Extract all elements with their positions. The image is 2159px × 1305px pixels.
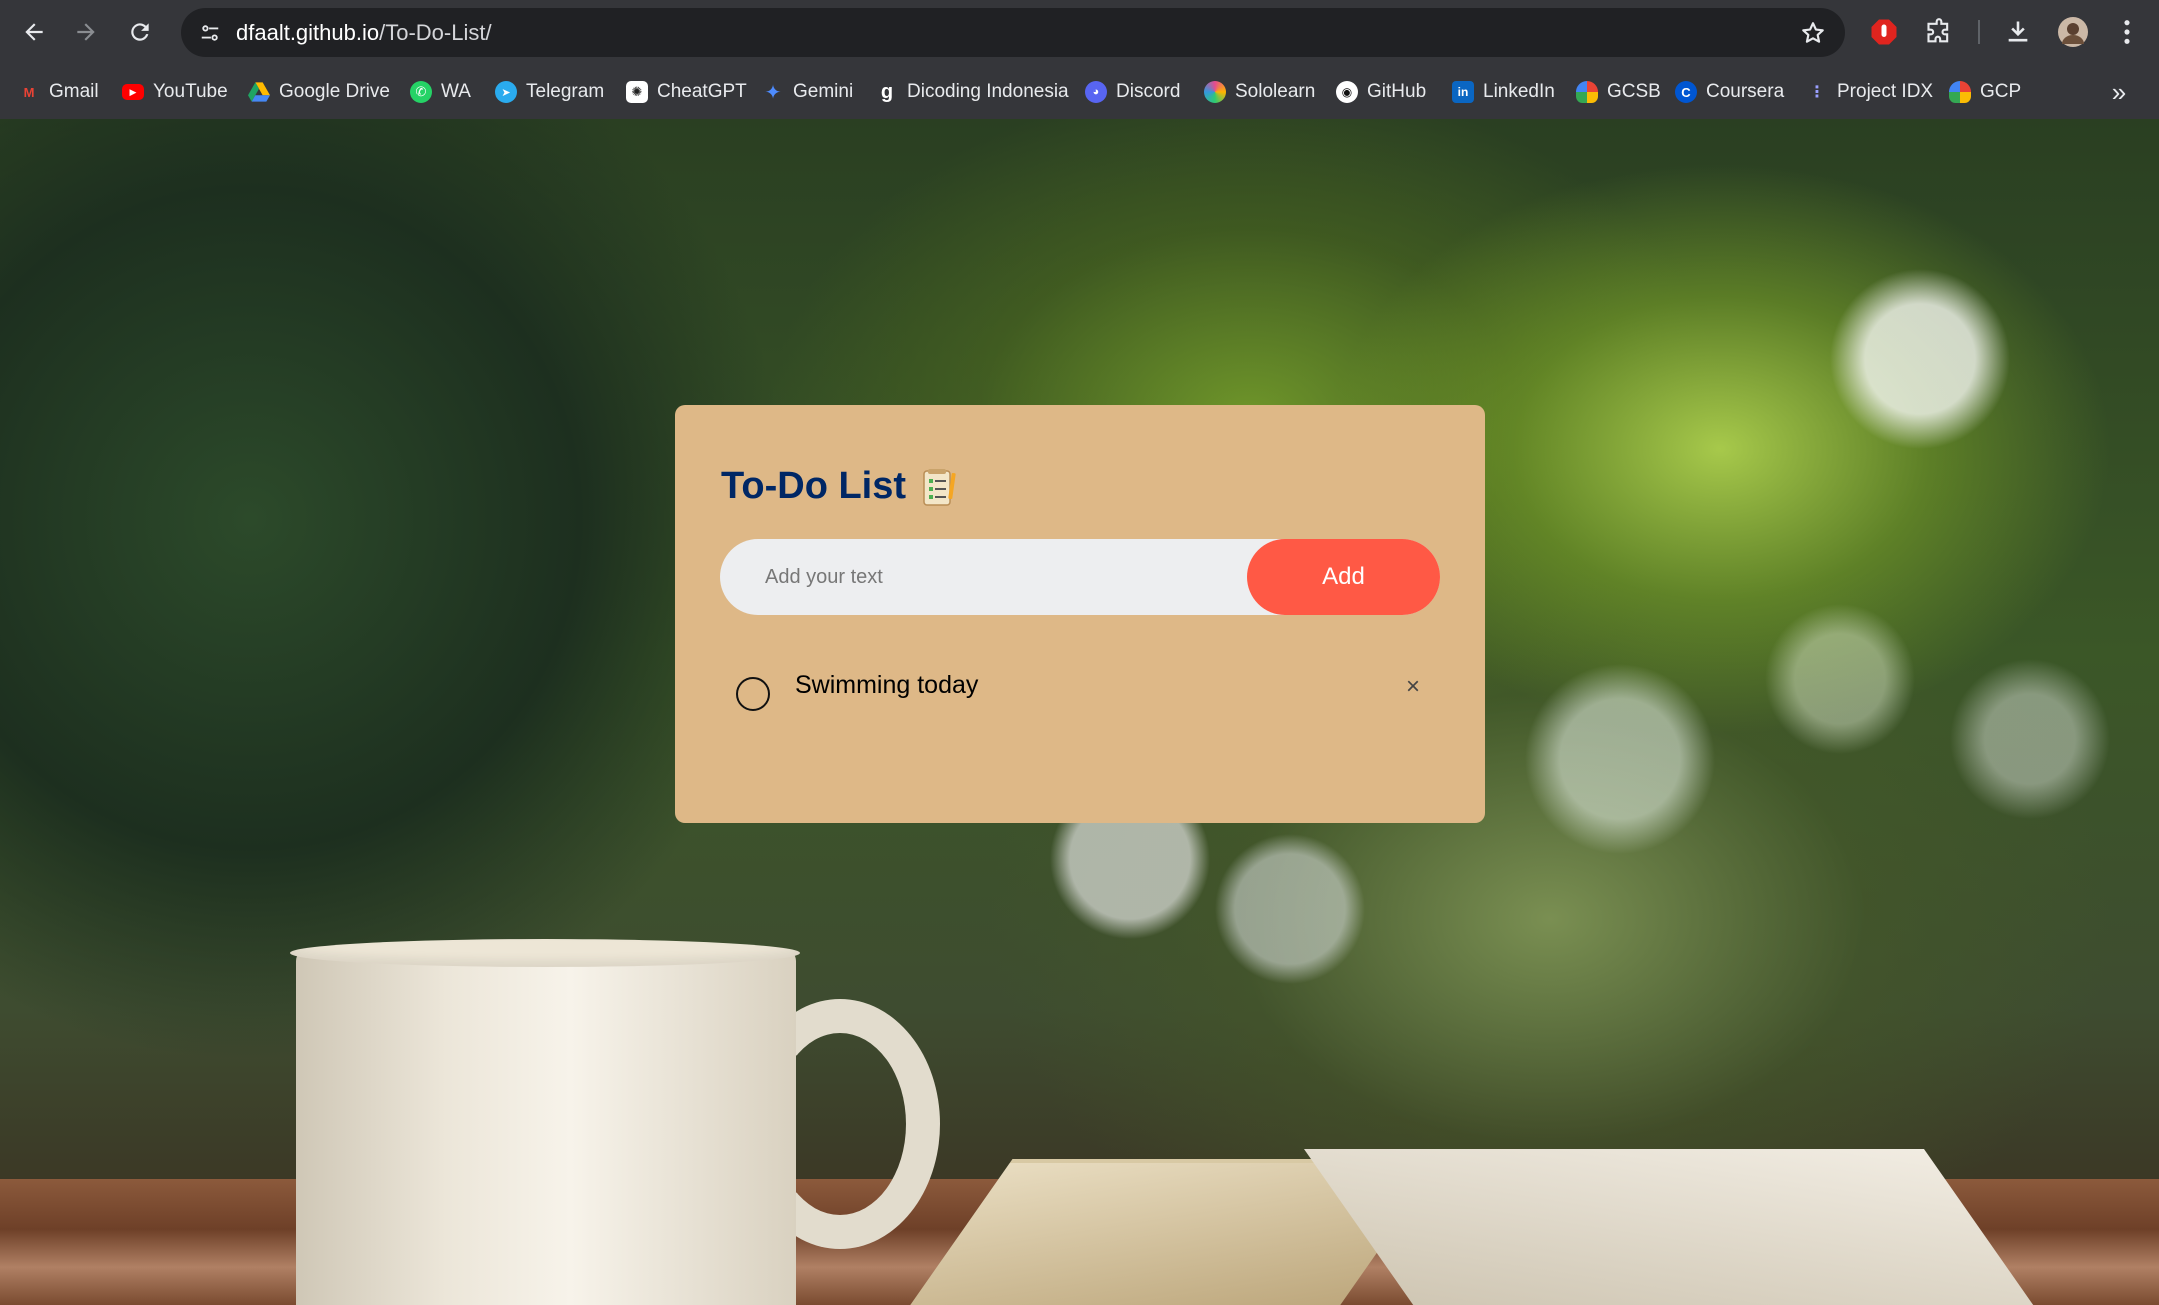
bookmark-label: Google Drive bbox=[279, 81, 390, 102]
page-viewport: To-Do List Add Swimming today × bbox=[0, 119, 2159, 1305]
tune-icon bbox=[201, 24, 218, 41]
bookmark-coursera[interactable]: C Coursera bbox=[1675, 77, 1784, 107]
add-button[interactable]: Add bbox=[1247, 539, 1440, 615]
reload-button[interactable] bbox=[118, 10, 162, 54]
bookmark-label: Coursera bbox=[1706, 81, 1785, 102]
bookmark-gcsb[interactable]: GCSB bbox=[1576, 77, 1661, 107]
bookmark-label: Project IDX bbox=[1837, 81, 1934, 102]
chevron-double-right-icon: » bbox=[2111, 76, 2127, 107]
app-title: To-Do List bbox=[721, 465, 956, 508]
arrow-left-icon bbox=[25, 23, 43, 41]
task-input[interactable] bbox=[720, 539, 1280, 615]
discord-icon: ◕ bbox=[1085, 81, 1107, 103]
url-host: dfaalt.github.io bbox=[236, 20, 380, 45]
google-drive-icon bbox=[248, 81, 270, 103]
bookmark-label: Gmail bbox=[49, 81, 99, 102]
bookmark-linkedin[interactable]: in LinkedIn bbox=[1452, 77, 1555, 107]
bookmark-label: GCSB bbox=[1607, 81, 1661, 102]
task-text: Swimming today bbox=[795, 671, 979, 699]
more-vertical-icon bbox=[2124, 20, 2130, 44]
bookmark-github[interactable]: ◉ GitHub bbox=[1336, 77, 1426, 107]
star-icon bbox=[1801, 21, 1824, 43]
todo-app-card: To-Do List Add Swimming today × bbox=[675, 405, 1485, 823]
download-icon bbox=[2008, 21, 2028, 42]
gemini-icon: ✦ bbox=[764, 81, 782, 104]
bookmark-label: YouTube bbox=[153, 81, 228, 102]
bookmark-telegram[interactable]: ➤ Telegram bbox=[495, 77, 604, 107]
bookmark-label: Dicoding Indonesia bbox=[907, 81, 1069, 102]
checklist-notepad-icon bbox=[922, 467, 956, 507]
whatsapp-icon: ✆ bbox=[410, 81, 432, 103]
bookmark-sololearn[interactable]: Sololearn bbox=[1204, 77, 1315, 107]
bookmark-gcp[interactable]: GCP bbox=[1949, 77, 2021, 107]
forward-button[interactable] bbox=[64, 10, 108, 54]
url-path: /To-Do-List/ bbox=[379, 20, 492, 45]
dicoding-icon: g bbox=[880, 80, 894, 103]
gmail-icon: M bbox=[23, 84, 35, 100]
bookmark-label: WA bbox=[441, 81, 471, 102]
bookmark-label: LinkedIn bbox=[1483, 81, 1555, 102]
bookmark-whatsapp[interactable]: ✆ WA bbox=[410, 77, 471, 107]
browser-toolbar: dfaalt.github.io/To-Do-List/ bbox=[0, 0, 2159, 64]
bookmarks-overflow-button[interactable]: » bbox=[2105, 76, 2133, 107]
bookmark-label: GitHub bbox=[1367, 81, 1427, 102]
chatgpt-icon: ✺ bbox=[626, 81, 648, 103]
bookmark-project-idx[interactable]: ⋮ Project IDX bbox=[1806, 77, 1933, 107]
unchecked-circle-icon[interactable] bbox=[736, 677, 770, 711]
bookmark-cheatgpt[interactable]: ✺ CheatGPT bbox=[626, 77, 747, 107]
coursera-icon: C bbox=[1675, 81, 1697, 103]
project-idx-icon: ⋮ bbox=[1809, 84, 1825, 101]
bookmark-gemini[interactable]: ✦ Gemini bbox=[762, 77, 854, 107]
add-task-row: Add bbox=[720, 539, 1440, 615]
background-book-right-page bbox=[1303, 1149, 2037, 1305]
sololearn-icon bbox=[1204, 81, 1226, 103]
delete-task-button[interactable]: × bbox=[1393, 667, 1433, 707]
puzzle-icon bbox=[1927, 18, 1949, 43]
profile-avatar[interactable] bbox=[2055, 14, 2091, 50]
bookmark-label: Telegram bbox=[526, 81, 605, 102]
bookmark-label: CheatGPT bbox=[657, 81, 747, 102]
arrow-right-icon bbox=[77, 23, 95, 41]
back-button[interactable] bbox=[12, 10, 56, 54]
task-item[interactable]: Swimming today bbox=[736, 667, 1426, 717]
adblock-icon bbox=[1871, 19, 1897, 45]
url-text[interactable]: dfaalt.github.io/To-Do-List/ bbox=[236, 20, 492, 46]
background-cup-rim bbox=[290, 939, 800, 967]
bookmark-star-button[interactable] bbox=[1794, 14, 1831, 51]
bookmarks-bar: M Gmail ▶ YouTube Google Drive ✆ WA ➤ Telegr… bbox=[0, 64, 2159, 119]
app-title-text: To-Do List bbox=[721, 465, 907, 507]
google-cloud-icon bbox=[1576, 81, 1598, 103]
extension-adblock-button[interactable] bbox=[1866, 14, 1902, 50]
browser-menu-button[interactable] bbox=[2109, 14, 2145, 50]
youtube-icon: ▶ bbox=[122, 84, 144, 100]
reload-icon bbox=[131, 23, 149, 41]
avatar-icon bbox=[2058, 17, 2088, 47]
site-info-button[interactable] bbox=[191, 14, 228, 51]
bookmark-label: Sololearn bbox=[1235, 81, 1316, 102]
bookmark-discord[interactable]: ◕ Discord bbox=[1085, 77, 1180, 107]
browser-chrome: dfaalt.github.io/To-Do-List/ M Gmail ▶ You… bbox=[0, 0, 2159, 119]
close-icon: × bbox=[1405, 673, 1420, 700]
background-coffee-cup bbox=[296, 949, 796, 1305]
address-bar[interactable]: dfaalt.github.io/To-Do-List/ bbox=[181, 8, 1845, 57]
bookmark-label: Gemini bbox=[793, 81, 854, 102]
bookmark-youtube[interactable]: ▶ YouTube bbox=[122, 77, 228, 107]
bookmark-google-drive[interactable]: Google Drive bbox=[248, 77, 390, 107]
telegram-icon: ➤ bbox=[495, 81, 517, 103]
bookmark-label: Discord bbox=[1116, 81, 1181, 102]
github-icon: ◉ bbox=[1336, 81, 1358, 103]
extensions-button[interactable] bbox=[1921, 14, 1957, 50]
toolbar-separator bbox=[1978, 20, 1980, 44]
linkedin-icon: in bbox=[1452, 81, 1474, 103]
google-cloud-icon bbox=[1949, 81, 1971, 103]
bookmark-dicoding[interactable]: g Dicoding Indonesia bbox=[876, 77, 1069, 107]
bookmark-gmail[interactable]: M Gmail bbox=[18, 77, 99, 107]
bookmark-label: GCP bbox=[1980, 81, 2022, 102]
downloads-button[interactable] bbox=[2000, 14, 2036, 50]
